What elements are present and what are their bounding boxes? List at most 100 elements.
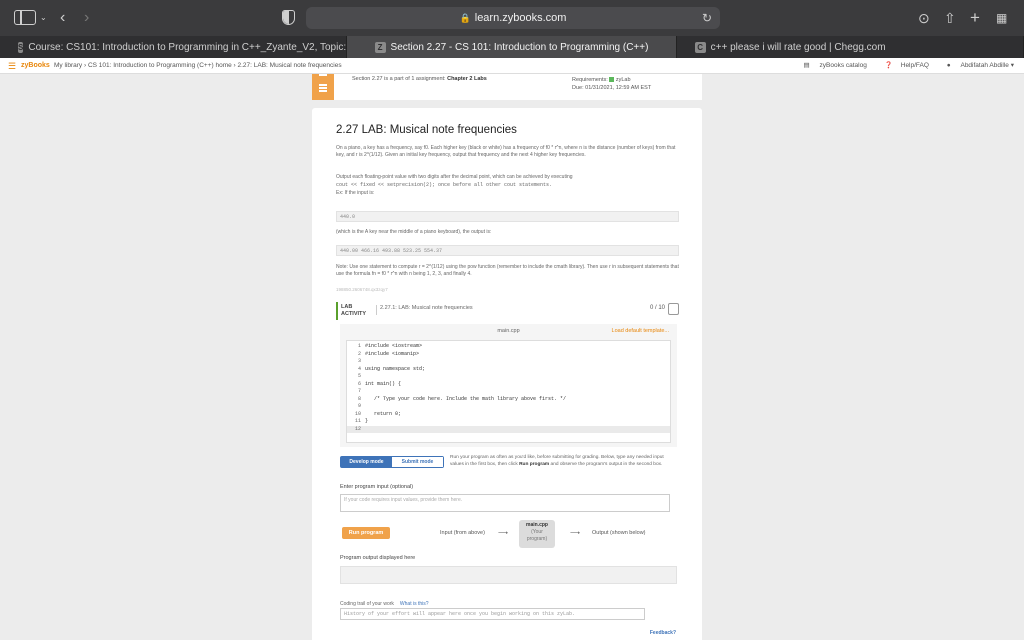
code-line[interactable]: 4 using namespace std; [347,366,670,374]
line-number: 7 [357,388,361,394]
tab-label: Course: CS101: Introduction to Programmi… [28,41,347,53]
line-number: 8 [357,395,361,402]
lock-icon: 🔒 [459,13,471,23]
run-program-button[interactable]: Run program [342,527,390,539]
due-date: Due: 01/31/2021, 12:59 AM EST [572,85,652,91]
example-output: 440.00 466.16 493.88 523.25 554.37 [336,245,679,256]
chevron-down-icon[interactable]: ⌄ [40,8,47,28]
code-line[interactable]: 6 int main() { [347,381,670,389]
submit-mode-button[interactable]: Submit mode [392,457,443,467]
document-icon [312,74,334,100]
example-input: 440.0 [336,211,679,222]
line-number: 4 [357,365,361,372]
reload-icon[interactable]: ↻ [702,7,712,29]
arrow-right-icon: ⟶ [498,530,509,537]
example-note: (which is the A key near the middle of a… [336,229,492,235]
code-line[interactable]: 12 [347,425,670,433]
program-input-field[interactable]: If your code requires input values, prov… [340,494,670,512]
code-line[interactable]: 7 [347,388,670,396]
page-title: 2.27 LAB: Musical note frequencies [336,124,517,136]
code-editor[interactable]: 1 #include <iostream> 2 #include <iomanip> 3… [346,340,671,443]
catalog-icon: ▤ [803,62,812,69]
coding-trail: History of your effort will appear here … [340,608,645,620]
load-template-link[interactable]: Load default template... [612,328,669,334]
line-number: 1 [357,343,361,349]
line-number: 2 [357,350,361,357]
lab-note: Note: Use one statement to compute r = 2… [336,264,679,277]
line-code: #include <iomanip> [365,350,420,357]
tab-overview-icon[interactable]: ▦ [996,8,1007,28]
assignment-link[interactable]: Chapter 2 Labs [447,76,487,82]
zylab-icon [609,77,615,83]
catalog-link[interactable]: ▤ zyBooks catalog [796,62,867,69]
output-label: Program output displayed here [340,555,416,561]
sidebar-toggle-icon[interactable] [14,10,36,25]
mode-toggle: Develop mode Submit mode [340,456,444,468]
example-intro: Ex: If the input is: [336,190,375,196]
tab-zybooks[interactable]: Z Section 2.27 - CS 101: Introduction to… [347,36,677,58]
download-icon[interactable]: ⊙ [918,8,930,28]
code-line[interactable]: 2 #include <iomanip> [347,351,670,359]
share-icon[interactable]: ⇧ [944,8,956,28]
chegg-favicon-icon: C [694,41,706,53]
url-text: learn.zybooks.com [474,12,567,24]
program-output [340,566,677,584]
mode-description: Run your program as often as you'd like,… [450,455,664,467]
line-number: 12 [354,425,361,432]
line-number: 10 [354,410,361,417]
tab-course[interactable]: S Course: CS101: Introduction to Program… [0,36,348,58]
code-editor-container: main.cpp Load default template... 1 #incl… [340,324,677,447]
privacy-shield-icon[interactable] [282,10,295,25]
output-shown-below: Output (shown below) [592,530,646,536]
code-line[interactable]: 1 #include <iostream> [347,343,670,351]
score: 0 / 10 [649,305,665,311]
section-assignment: Section 2.27 is a part of 1 assignment: … [352,76,487,82]
tab-chegg[interactable]: C c++ please i will rate good | Chegg.co… [677,36,1024,58]
line-number: 3 [357,358,361,364]
input-from-above: Input (from above) [440,530,485,536]
zybooks-header: ☰ zyBooks My library › CS 101: Introduct… [0,58,1024,74]
lab-panel: 2.27 LAB: Musical note frequencies On a … [312,108,702,640]
tab-bar: S Course: CS101: Introduction to Program… [0,36,1024,58]
score-box [668,303,679,315]
hamburger-menu-icon[interactable]: ☰ [8,58,16,74]
line-code: using namespace std; [365,365,426,372]
code-line[interactable]: 11} [347,418,670,426]
feedback-link[interactable]: Feedback? [650,630,676,636]
address-bar[interactable]: 🔒 learn.zybooks.com ↻ [306,7,720,29]
develop-mode-button[interactable]: Develop mode [341,457,392,467]
what-is-this-link[interactable]: What is this? [400,601,429,607]
lab-activity-header: LAB ACTIVITY 2.27.1: LAB: Musical note fr… [336,302,679,320]
line-code: /* Type your code here. Include the math… [365,395,567,402]
code-line[interactable]: 3 [347,358,670,366]
user-menu[interactable]: ● Abdifatah Abdille ▾ [939,62,1014,69]
course-favicon-icon: S [18,41,24,53]
zybooks-logo[interactable]: zyBooks [21,58,50,74]
line-number: 6 [357,380,361,387]
code-line[interactable]: 10 return 0; [347,411,670,419]
lab-description-2: Output each floating-point value with tw… [336,174,573,180]
user-icon: ● [946,62,953,69]
code-line[interactable]: 5 [347,373,670,381]
lab-description-3: cout << fixed << setprecision(2); once b… [336,182,553,188]
forward-arrow-icon[interactable]: › [84,8,89,28]
line-code: return 0; [365,410,402,417]
zybooks-favicon-icon: Z [374,41,386,53]
line-code: #include <iostream> [365,343,423,349]
browser-toolbar: ⌄ ‹ › 🔒 learn.zybooks.com ↻ ⊙ ⇧ + ▦ [0,0,1024,36]
line-number: 5 [357,373,361,379]
help-link[interactable]: ❓ Help/FAQ [877,62,929,69]
lab-description: On a piano, a key has a frequency, say f… [336,145,676,158]
lab-activity-label: LAB ACTIVITY [341,304,367,317]
input-label: Enter program input (optional) [340,484,414,490]
line-number: 9 [357,403,361,409]
section-header: Section 2.27 is a part of 1 assignment: … [312,74,702,100]
code-line[interactable]: 8 /* Type your code here. Include the ma… [347,396,670,404]
code-line[interactable]: 9 [347,403,670,411]
new-tab-icon[interactable]: + [970,8,980,28]
requirements: Requirements: zyLab Due: 01/31/2021, 12:… [572,77,652,91]
breadcrumb[interactable]: My library › CS 101: Introduction to Pro… [54,58,342,74]
arrow-right-icon: ⟶ [570,530,581,537]
line-number: 11 [354,418,361,424]
back-arrow-icon[interactable]: ‹ [60,8,65,28]
